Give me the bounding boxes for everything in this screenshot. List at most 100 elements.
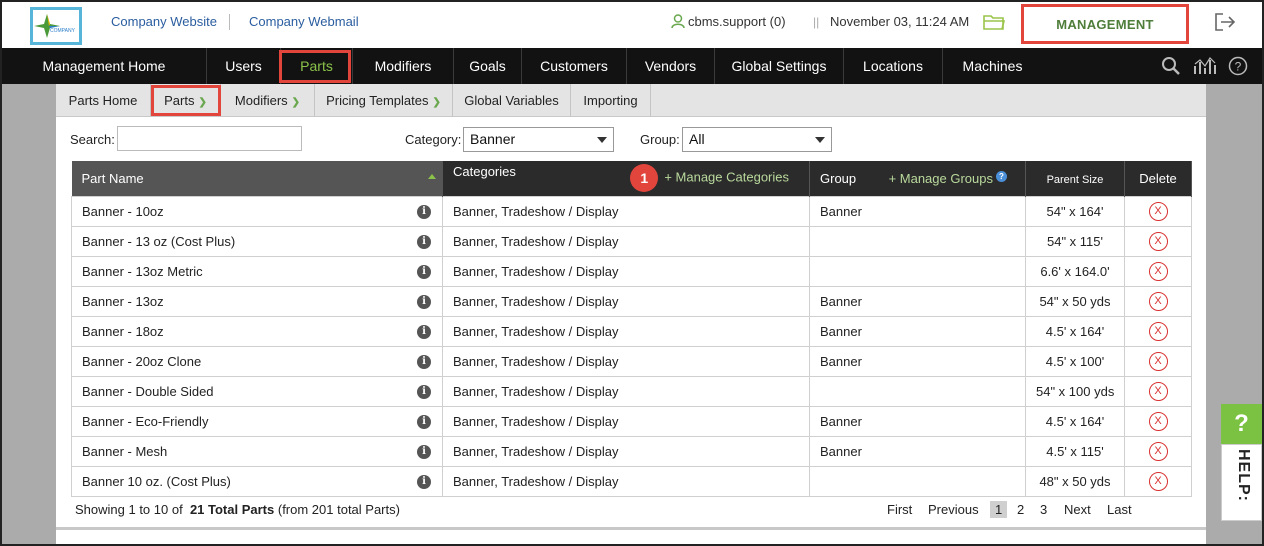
manage-groups-link[interactable]: + Manage Groups (889, 171, 993, 186)
pager-first[interactable]: First (887, 502, 912, 517)
question-icon[interactable]: ? (996, 170, 1007, 182)
manage-categories-wrap: 1 + Manage Categories (630, 164, 789, 193)
table-row[interactable]: Banner - 10oz i Banner, Tradeshow / Displa… (71, 195, 1192, 227)
categories-cell: Banner, Tradeshow / Display (442, 405, 810, 437)
table-row[interactable]: Banner - 13oz i Banner, Tradeshow / Displa… (71, 285, 1192, 317)
nav-global-settings[interactable]: Global Settings (715, 48, 844, 84)
delete-cell: X (1124, 435, 1192, 467)
nav-management-home[interactable]: Management Home (2, 48, 207, 84)
company-logo[interactable]: COMPANY (30, 7, 82, 45)
info-icon[interactable]: i (417, 474, 431, 489)
part-name-cell[interactable]: Banner - 20oz Clone i (71, 345, 443, 377)
help-circle-icon[interactable]: ? (1228, 56, 1248, 79)
pager-page-3[interactable]: 3 (1040, 502, 1047, 517)
info-icon[interactable]: i (417, 294, 431, 309)
user-menu[interactable]: cbms.support (0) (671, 14, 786, 32)
part-name-cell[interactable]: Banner - Eco-Friendly i (71, 405, 443, 437)
part-name[interactable]: Banner - 13oz Metric (82, 264, 203, 279)
table-row[interactable]: Banner - 20oz Clone i Banner, Tradeshow / … (71, 345, 1192, 377)
info-icon[interactable]: i (417, 444, 431, 459)
subnav-parts-home[interactable]: Parts Home (56, 84, 151, 117)
part-name-cell[interactable]: Banner - 18oz i (71, 315, 443, 347)
delete-icon[interactable]: X (1148, 441, 1168, 461)
dropdown-arrow-icon (597, 137, 607, 143)
header-part-name[interactable]: Part Name (71, 161, 443, 196)
pager-page-2[interactable]: 2 (1017, 502, 1024, 517)
delete-icon[interactable]: X (1148, 321, 1168, 341)
table-row[interactable]: Banner - 13oz Metric i Banner, Tradeshow /… (71, 255, 1192, 287)
nav-modifiers[interactable]: Modifiers (353, 48, 454, 84)
showing-text: Showing 1 to 10 of (75, 502, 183, 517)
delete-icon[interactable]: X (1148, 231, 1168, 251)
delete-icon[interactable]: X (1148, 291, 1168, 311)
subnav-modifiers[interactable]: Modifiers ❯ (221, 84, 315, 117)
header-parent-size[interactable]: Parent Size (1025, 161, 1125, 196)
nav-users[interactable]: Users (207, 48, 281, 84)
logout-icon[interactable] (1214, 12, 1236, 35)
delete-icon[interactable]: X (1148, 261, 1168, 281)
info-icon[interactable]: i (417, 324, 431, 339)
folder-icon[interactable] (983, 13, 1006, 34)
pager-previous[interactable]: Previous (928, 502, 979, 517)
delete-icon[interactable]: X (1148, 411, 1168, 431)
info-icon[interactable]: i (417, 414, 431, 429)
group-cell: Banner (809, 285, 1026, 317)
delete-icon[interactable]: X (1148, 381, 1168, 401)
info-icon[interactable]: i (417, 234, 431, 249)
part-name-cell[interactable]: Banner - 10oz i (71, 195, 443, 227)
part-name[interactable]: Banner - 20oz Clone (82, 354, 201, 369)
nav-goals[interactable]: Goals (454, 48, 522, 84)
part-name-cell[interactable]: Banner - 13oz i (71, 285, 443, 317)
pager-last[interactable]: Last (1107, 502, 1132, 517)
chevron-down-icon: ❯ (291, 97, 301, 108)
subnav-importing[interactable]: Importing (571, 84, 651, 117)
part-name-cell[interactable]: Banner - Double Sided i (71, 375, 443, 407)
parent-size-cell: 4.5' x 100' (1025, 345, 1125, 377)
table-row[interactable]: Banner - 18oz i Banner, Tradeshow / Displa… (71, 315, 1192, 347)
info-icon[interactable]: i (417, 204, 431, 219)
part-name[interactable]: Banner - 13oz (82, 294, 164, 309)
management-button[interactable]: MANAGEMENT (1021, 4, 1189, 44)
part-name[interactable]: Banner 10 oz. (Cost Plus) (82, 474, 231, 489)
info-icon[interactable]: i (417, 264, 431, 279)
part-name[interactable]: Banner - 13 oz (Cost Plus) (82, 234, 235, 249)
search-input[interactable] (117, 126, 302, 151)
table-body: Banner - 10oz i Banner, Tradeshow / Displa… (71, 195, 1192, 497)
subnav-global-variables[interactable]: Global Variables (453, 84, 571, 117)
nav-machines[interactable]: Machines (943, 48, 1042, 84)
part-name[interactable]: Banner - Mesh (82, 444, 167, 459)
category-select[interactable]: Banner (463, 127, 614, 152)
table-row[interactable]: Banner - 13 oz (Cost Plus) i Banner, Trade… (71, 225, 1192, 257)
delete-icon[interactable]: X (1148, 351, 1168, 371)
help-tab[interactable]: ? HELP: (1221, 404, 1262, 521)
company-webmail-link[interactable]: Company Webmail (249, 14, 359, 29)
table-row[interactable]: Banner - Double Sided i Banner, Tradeshow … (71, 375, 1192, 407)
info-icon[interactable]: i (417, 384, 431, 399)
nav-customers[interactable]: Customers (522, 48, 627, 84)
info-icon[interactable]: i (417, 354, 431, 369)
part-name-cell[interactable]: Banner - 13oz Metric i (71, 255, 443, 287)
nav-vendors[interactable]: Vendors (627, 48, 715, 84)
part-name-cell[interactable]: Banner - Mesh i (71, 435, 443, 467)
table-row[interactable]: Banner - Eco-Friendly i Banner, Tradeshow … (71, 405, 1192, 437)
company-website-link[interactable]: Company Website (111, 14, 217, 29)
part-name-cell[interactable]: Banner - 13 oz (Cost Plus) i (71, 225, 443, 257)
part-name[interactable]: Banner - Eco-Friendly (82, 414, 208, 429)
group-select[interactable]: All (682, 127, 832, 152)
part-name-cell[interactable]: Banner 10 oz. (Cost Plus) i (71, 465, 443, 497)
table-row[interactable]: Banner 10 oz. (Cost Plus) i Banner, Trades… (71, 465, 1192, 497)
table-row[interactable]: Banner - Mesh i Banner, Tradeshow / Displa… (71, 435, 1192, 467)
manage-categories-link[interactable]: + Manage Categories (664, 170, 789, 185)
part-name[interactable]: Banner - 18oz (82, 324, 164, 339)
analytics-icon[interactable] (1193, 56, 1217, 79)
nav-locations[interactable]: Locations (844, 48, 943, 84)
part-name[interactable]: Banner - 10oz (82, 204, 164, 219)
categories-cell: Banner, Tradeshow / Display (442, 435, 810, 467)
delete-icon[interactable]: X (1148, 471, 1168, 491)
pager-page-1[interactable]: 1 (990, 501, 1008, 518)
pager-next[interactable]: Next (1064, 502, 1091, 517)
search-icon[interactable] (1161, 56, 1181, 79)
subnav-pricing-templates[interactable]: Pricing Templates ❯ (315, 84, 453, 117)
delete-icon[interactable]: X (1148, 201, 1168, 221)
part-name[interactable]: Banner - Double Sided (82, 384, 214, 399)
